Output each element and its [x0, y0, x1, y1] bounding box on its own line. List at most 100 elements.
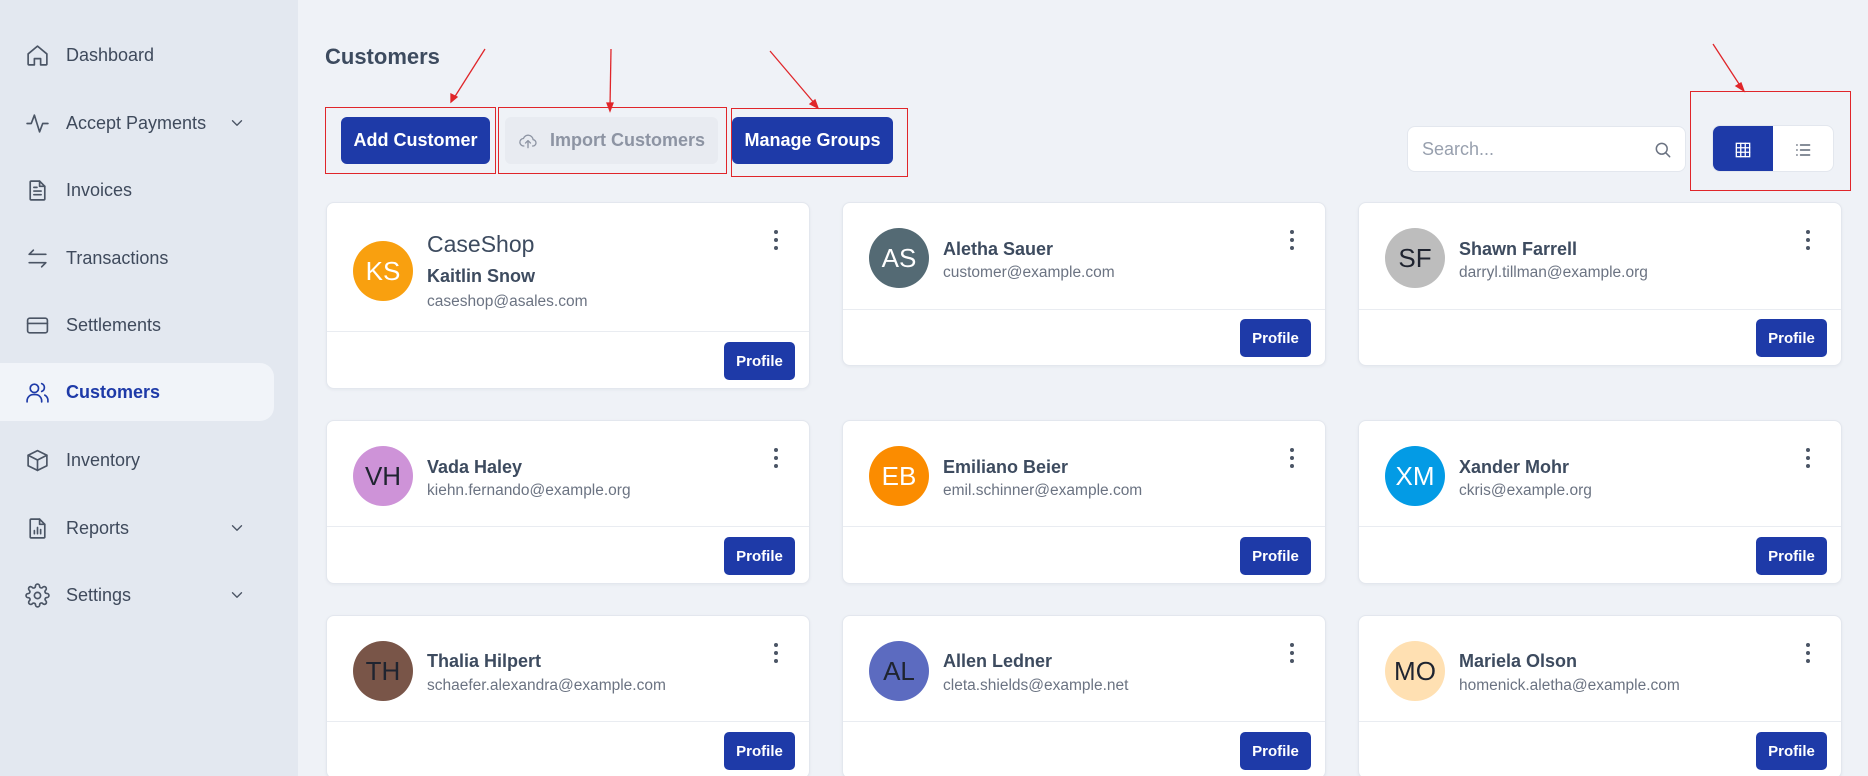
- profile-button[interactable]: Profile: [1240, 732, 1311, 770]
- box-icon: [24, 447, 50, 473]
- search-icon[interactable]: [1653, 140, 1673, 160]
- page-title: Customers: [325, 44, 440, 69]
- sidebar-item-label: Transactions: [66, 247, 169, 268]
- customer-name: Vada Haley: [427, 457, 523, 477]
- sidebar-item-label: Inventory: [66, 449, 141, 470]
- divider: [1359, 721, 1841, 722]
- customer-card: SF Shawn Farrell darryl.tillman@example.…: [1358, 202, 1842, 366]
- customer-card: AL Allen Ledner cleta.shields@example.ne…: [842, 615, 1326, 776]
- chevron-down-icon[interactable]: [228, 586, 246, 604]
- more-options-icon[interactable]: [769, 642, 783, 664]
- customer-email: homenick.aletha@example.com: [1459, 677, 1680, 694]
- customer-email: caseshop@asales.com: [427, 293, 588, 310]
- more-options-icon[interactable]: [769, 229, 783, 251]
- sidebar-item-settings[interactable]: Settings: [0, 566, 274, 624]
- sidebar-item-transactions[interactable]: Transactions: [0, 229, 274, 287]
- customer-name: Xander Mohr: [1459, 457, 1570, 477]
- avatar: EB: [869, 446, 929, 506]
- avatar: SF: [1385, 228, 1445, 288]
- customer-card: KS CaseShop Kaitlin Snow caseshop@asales…: [326, 202, 810, 389]
- more-options-icon[interactable]: [1801, 642, 1815, 664]
- divider: [327, 721, 809, 722]
- avatar: MO: [1385, 641, 1445, 701]
- search-input[interactable]: [1422, 138, 1642, 160]
- customer-card: VH Vada Haley kiehn.fernando@example.org…: [326, 420, 810, 584]
- customer-email: kiehn.fernando@example.org: [427, 482, 631, 499]
- avatar: XM: [1385, 446, 1445, 506]
- grid-view-button[interactable]: [1713, 126, 1773, 171]
- sidebar-item-customers[interactable]: Customers: [0, 363, 274, 421]
- customer-company: CaseShop: [427, 231, 535, 257]
- pulse-icon: [24, 110, 50, 136]
- profile-button[interactable]: Profile: [1240, 537, 1311, 575]
- avatar: AS: [869, 228, 929, 288]
- add-customer-button[interactable]: Add Customer: [341, 117, 490, 164]
- list-icon: [1796, 143, 1811, 156]
- arrows-swap-icon: [24, 245, 50, 271]
- sidebar-item-dashboard[interactable]: Dashboard: [0, 26, 274, 84]
- more-options-icon[interactable]: [1801, 229, 1815, 251]
- customer-email: cleta.shields@example.net: [943, 677, 1129, 694]
- profile-button[interactable]: Profile: [1756, 732, 1827, 770]
- import-customers-button[interactable]: Import Customers: [505, 117, 718, 164]
- customer-card: TH Thalia Hilpert schaefer.alexandra@exa…: [326, 615, 810, 776]
- sidebar-item-label: Reports: [66, 517, 130, 538]
- customer-card: AS Aletha Sauer customer@example.com Pro…: [842, 202, 1326, 366]
- divider: [327, 331, 809, 332]
- customer-card: MO Mariela Olson homenick.aletha@example…: [1358, 615, 1842, 776]
- users-icon: [24, 379, 50, 405]
- divider: [843, 526, 1325, 527]
- list-view-button[interactable]: [1773, 126, 1833, 171]
- sidebar-item-inventory[interactable]: Inventory: [0, 431, 274, 489]
- home-icon: [24, 42, 50, 68]
- chevron-down-icon[interactable]: [228, 519, 246, 537]
- customer-name: Allen Ledner: [943, 651, 1053, 671]
- customer-card: EB Emiliano Beier emil.schinner@example.…: [842, 420, 1326, 584]
- avatar: VH: [353, 446, 413, 506]
- sidebar-item-label: Invoices: [66, 179, 133, 200]
- more-options-icon[interactable]: [1285, 229, 1299, 251]
- profile-button[interactable]: Profile: [724, 537, 795, 575]
- customer-name: Mariela Olson: [1459, 651, 1578, 671]
- divider: [843, 309, 1325, 310]
- profile-button[interactable]: Profile: [724, 342, 795, 380]
- sidebar-item-accept-payments[interactable]: Accept Payments: [0, 94, 274, 152]
- view-toggle: [1712, 125, 1834, 172]
- chevron-down-icon[interactable]: [228, 114, 246, 132]
- more-options-icon[interactable]: [1285, 447, 1299, 469]
- customer-email: ckris@example.org: [1459, 482, 1592, 499]
- more-options-icon[interactable]: [1801, 447, 1815, 469]
- customer-name: Shawn Farrell: [1459, 239, 1578, 259]
- profile-button[interactable]: Profile: [1756, 319, 1827, 357]
- customer-name: Aletha Sauer: [943, 239, 1054, 259]
- manage-groups-button[interactable]: Manage Groups: [732, 117, 893, 164]
- customer-email: customer@example.com: [943, 264, 1115, 281]
- sidebar-item-label: Dashboard: [66, 44, 155, 65]
- sidebar-item-invoices[interactable]: Invoices: [0, 161, 274, 219]
- more-options-icon[interactable]: [769, 447, 783, 469]
- sidebar-item-settlements[interactable]: Settlements: [0, 296, 274, 354]
- chart-file-icon: [24, 515, 50, 541]
- sidebar-item-reports[interactable]: Reports: [0, 499, 274, 557]
- divider: [1359, 526, 1841, 527]
- customer-card: XM Xander Mohr ckris@example.org Profile: [1358, 420, 1842, 584]
- profile-button[interactable]: Profile: [1240, 319, 1311, 357]
- customer-name: Emiliano Beier: [943, 457, 1069, 477]
- sidebar-item-label: Settlements: [66, 314, 162, 335]
- profile-button[interactable]: Profile: [724, 732, 795, 770]
- customer-name: Kaitlin Snow: [427, 266, 535, 286]
- divider: [1359, 309, 1841, 310]
- divider: [327, 526, 809, 527]
- sidebar: Dashboard Accept Payments Invoices Trans…: [0, 0, 298, 776]
- more-options-icon[interactable]: [1285, 642, 1299, 664]
- divider: [843, 721, 1325, 722]
- profile-button[interactable]: Profile: [1756, 537, 1827, 575]
- document-icon: [24, 177, 50, 203]
- avatar: TH: [353, 641, 413, 701]
- sidebar-item-label: Settings: [66, 584, 132, 605]
- search-box[interactable]: [1407, 126, 1686, 172]
- sidebar-item-label: Customers: [66, 381, 161, 402]
- customer-email: schaefer.alexandra@example.com: [427, 677, 666, 694]
- customer-email: darryl.tillman@example.org: [1459, 264, 1648, 281]
- avatar: AL: [869, 641, 929, 701]
